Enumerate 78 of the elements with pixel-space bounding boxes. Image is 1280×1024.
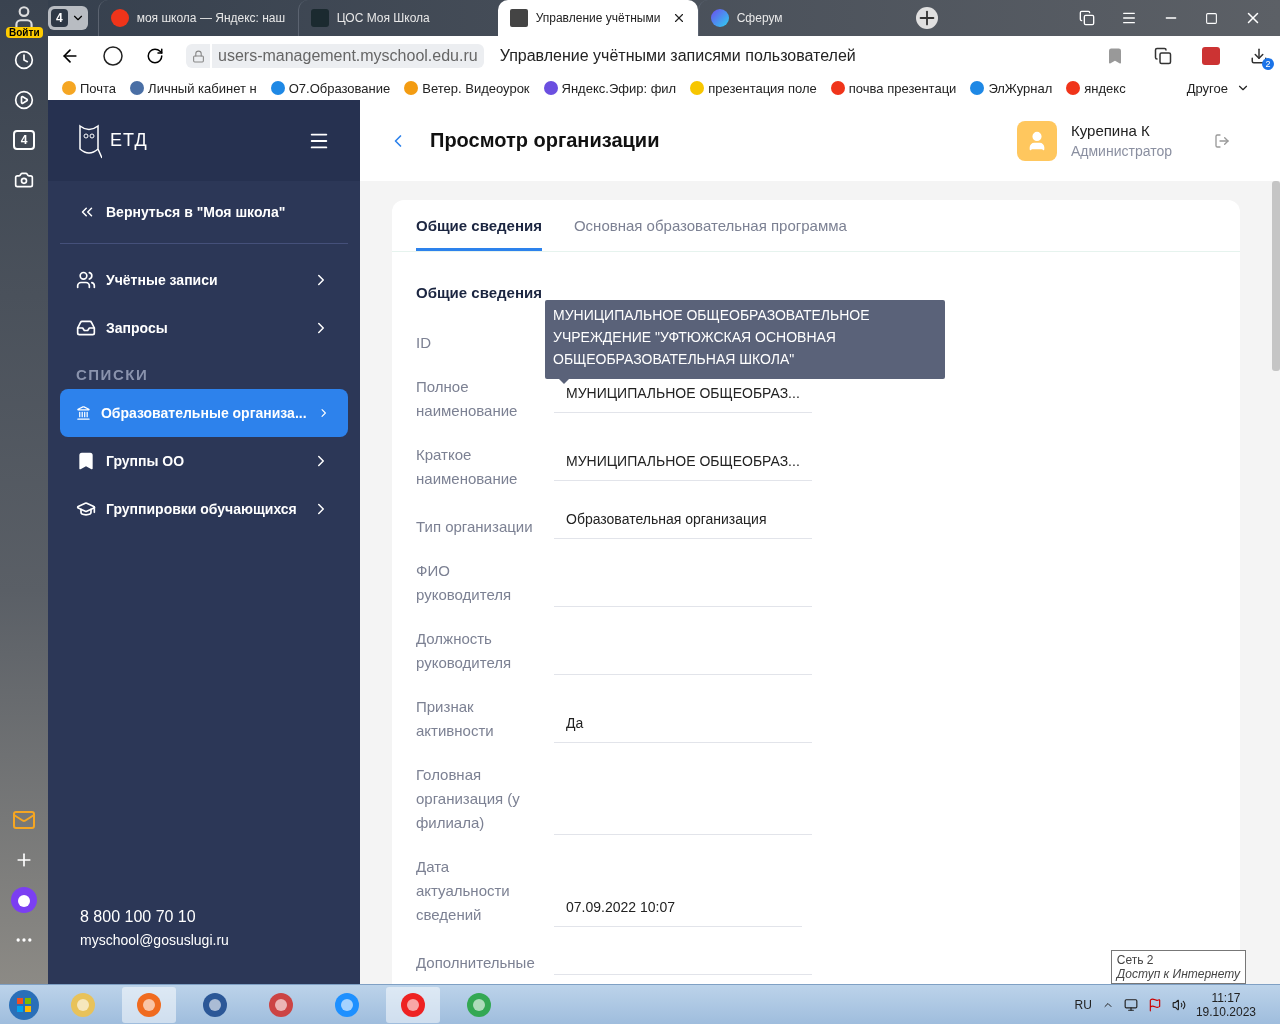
phone-number: 8 800 100 70 10 [80,908,197,926]
bookmark-link[interactable]: Почта [62,80,117,96]
download-count: 2 [1262,58,1274,70]
field-value: 07.09.2022 10:07 [554,899,802,927]
people-icon [76,270,96,290]
bookmark-link[interactable]: презентация поле [690,80,817,96]
field-value: Образовательная организация [554,511,812,539]
tab-count-icon[interactable]: 4 [13,130,35,150]
page-title: Управление учётными записями пользователей [499,47,856,65]
avatar-icon [1017,120,1057,161]
nav-item[interactable]: Группировки обучающихся [60,485,348,533]
building-icon [76,403,91,423]
content-tab[interactable]: Общие сведения [416,200,542,251]
tooltip-pointer [559,379,569,384]
flag-icon[interactable] [1147,997,1162,1012]
field-label: Тип организации [416,517,534,537]
camera-icon[interactable] [14,170,34,190]
bookmark-link[interactable]: Ветер. Видеоурок [404,80,530,96]
nav-item[interactable]: Запросы [60,304,348,352]
clock-icon[interactable] [14,50,34,70]
bookmark-link[interactable]: ЭлЖурнал [970,80,1053,96]
back-link[interactable]: Вернуться в "Моя школа" [60,181,348,244]
assistant-icon[interactable] [10,886,38,914]
field-label: Краткое наименование [416,445,519,489]
field-label: Дополнительные [416,953,536,973]
field-label: Должность руководителя [416,629,513,673]
field-label: Признак активности [416,697,495,741]
user-role: Администратор [1071,143,1172,159]
tabs-icon[interactable] [1079,10,1095,26]
nav-item[interactable]: Учётные записи [60,256,348,304]
nav-item[interactable]: Образовательные организа... [60,389,348,437]
address-field[interactable]: users-management.myschool.edu.ru [212,44,484,68]
owl-logo-icon [76,122,102,159]
menu-icon[interactable] [1121,10,1137,26]
lock-icon [191,49,205,63]
user-name: Курепина К [1071,122,1151,139]
field-label: Полное наименование [416,377,519,421]
bookmark-link[interactable]: яндекс [1066,80,1126,96]
nav-item[interactable]: Группы ОО [60,437,348,485]
clock[interactable]: 11:17 19.10.2023 [1195,990,1256,1019]
other-bookmarks[interactable]: Другое [1186,80,1266,96]
section-heading: СПИСКИ [75,365,150,385]
scrollbar[interactable] [1272,181,1280,371]
reload-icon[interactable] [146,47,164,65]
language-indicator[interactable]: RU [1074,997,1092,1012]
browser-tab[interactable]: Управление учётными [497,0,698,36]
field-value: Да [554,715,812,743]
collections-icon[interactable] [1154,47,1172,65]
field-label: ФИО руководителя [416,561,513,605]
section-title: Общие сведения [416,284,543,301]
graduation-cap-icon [76,499,96,519]
play-icon[interactable] [14,90,34,110]
tooltip: МУНИЦИПАЛЬНОЕ ОБЩЕОБРАЗОВАТЕЛЬНОЕ УЧРЕЖДЕНИЕ "УФТЮЖСКАЯ ОСНОВНАЯ ОБЩЕОБРАЗОВАТЕЛЬНАЯ ШКОЛА" [545,300,945,379]
network-tooltip: Сеть 2 Доступ к Интернету [1110,950,1246,984]
maximize-icon[interactable] [1205,11,1218,25]
field-value: МУНИЦИПАЛЬНОЕ ОБЩЕОБРАЗ... [554,385,812,413]
field-value: МУНИЦИПАЛЬНОЕ ОБЩЕОБРАЗ... [554,453,812,481]
field-label: Головная организация (у филиала) [416,765,521,833]
network-icon[interactable] [1123,997,1138,1012]
field-label: Дата актуальности сведений [416,857,511,925]
bookmark-icon [76,451,96,471]
field-label: ID [416,333,432,353]
speaker-icon[interactable] [1171,997,1186,1012]
new-tab-icon[interactable] [915,7,938,29]
bookmark-link[interactable]: Личный кабинет н [130,80,257,96]
content-tab[interactable]: Основная образовательная программа [573,200,847,251]
email-link[interactable]: myschool@gosuslugi.ru [80,932,328,948]
login-button[interactable]: Войти [6,27,43,38]
bookmark-link[interactable]: почва презентаци [830,80,957,96]
start-icon[interactable] [8,988,40,1021]
bookmark-link[interactable]: Яндекс.Эфир: фил [543,80,677,96]
bookmark-icon[interactable] [1106,47,1124,65]
bookmark-link[interactable]: О7.Образование [270,80,391,96]
logout-icon[interactable] [1214,132,1230,149]
inbox-icon [76,318,96,338]
page-heading: Просмотр организации [430,129,660,152]
logo-text: ЕТД [110,130,148,151]
tab-counter[interactable]: 4 [48,6,88,30]
